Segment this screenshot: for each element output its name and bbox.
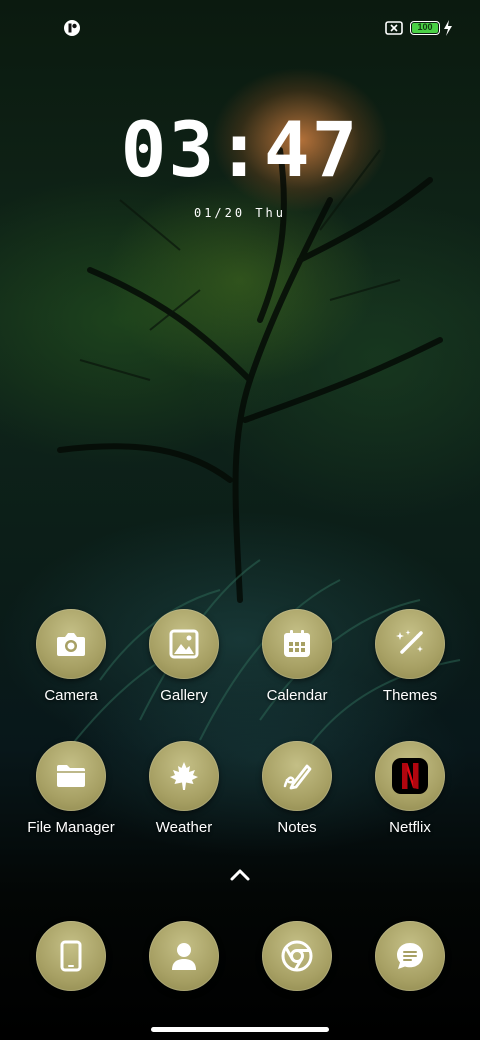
app-camera[interactable]: Camera	[16, 609, 126, 704]
contacts-icon[interactable]	[149, 921, 219, 991]
app-label: Calendar	[266, 687, 328, 704]
app-label: Notes	[277, 819, 317, 836]
clock-date: 01/20 Thu	[193, 206, 287, 220]
clock-widget[interactable]: 03:47	[0, 112, 480, 192]
netflix-icon[interactable]	[375, 741, 445, 811]
app-notes[interactable]: Notes	[242, 741, 352, 836]
app-netflix[interactable]: Netflix	[355, 741, 465, 836]
calendar-icon[interactable]	[262, 609, 332, 679]
app-label: Gallery	[160, 687, 208, 704]
folder-icon[interactable]	[36, 741, 106, 811]
app-label: Themes	[382, 687, 438, 704]
charging-bolt-icon	[444, 20, 452, 36]
chrome-icon[interactable]	[262, 921, 332, 991]
maple-leaf-icon[interactable]	[149, 741, 219, 811]
home-indicator[interactable]	[151, 1027, 329, 1032]
app-label: File Manager	[27, 819, 115, 836]
app-gallery[interactable]: Gallery	[129, 609, 239, 704]
app-calendar[interactable]: Calendar	[242, 609, 352, 704]
app-weather[interactable]: Weather	[129, 741, 239, 836]
gallery-icon[interactable]	[149, 609, 219, 679]
phone-icon[interactable]	[36, 921, 106, 991]
battery-saver-x-icon	[385, 21, 403, 35]
notification-icon	[64, 20, 80, 36]
battery-icon: 100	[410, 21, 440, 35]
battery-level: 100	[412, 23, 438, 33]
clock-time: 03:47	[120, 105, 360, 194]
pen-icon[interactable]	[262, 741, 332, 811]
app-themes[interactable]: Themes	[355, 609, 465, 704]
chevron-up-icon[interactable]	[229, 868, 251, 882]
app-label: Weather	[155, 819, 213, 836]
app-label: Netflix	[389, 819, 431, 836]
messages-icon[interactable]	[375, 921, 445, 991]
app-label: Camera	[44, 687, 98, 704]
camera-icon[interactable]	[36, 609, 106, 679]
status-bar: 100	[0, 0, 480, 56]
magic-wand-icon[interactable]	[375, 609, 445, 679]
app-file-manager[interactable]: File Manager	[16, 741, 126, 836]
